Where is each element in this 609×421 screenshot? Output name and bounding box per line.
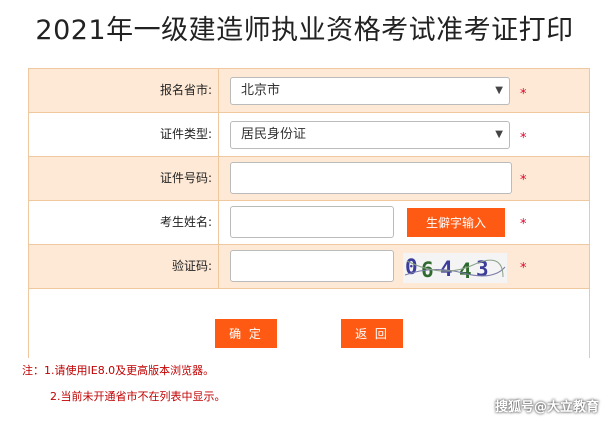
rare-character-input-button[interactable]: 生僻字输入 [407,208,505,237]
admission-ticket-form: 报名省市: 北京市 ▼ * 证件类型: 居民身份证 ▼ * 证件号码: * 考生… [28,68,590,358]
required-mark: * [520,131,527,146]
required-mark: * [520,261,527,276]
required-mark: * [520,217,527,232]
id-type-row: 证件类型: 居民身份证 ▼ * [29,113,589,157]
dropdown-arrow-icon: ▼ [495,129,503,140]
action-row: 确 定 返 回 [29,289,589,359]
id-number-label: 证件号码: [29,157,219,200]
captcha-row: 验证码: 0 6 4 4 3 * [29,245,589,289]
province-label: 报名省市: [29,69,219,112]
note-line: 2.当前未开通省市不在列表中显示。 [50,390,226,403]
page-title: 2021年一级建造师执业资格考试准考证打印 [35,15,574,46]
required-mark: * [520,87,527,102]
province-row: 报名省市: 北京市 ▼ * [29,69,589,113]
id-number-input[interactable] [230,162,512,194]
name-label: 考生姓名: [29,201,219,244]
captcha-label: 验证码: [29,245,219,288]
province-select[interactable]: 北京市 ▼ [230,77,510,105]
id-type-label: 证件类型: [29,113,219,156]
province-selected-value: 北京市 [241,83,281,98]
id-type-selected-value: 居民身份证 [241,127,307,142]
required-mark: * [520,173,527,188]
name-input[interactable] [230,206,394,238]
dropdown-arrow-icon: ▼ [495,85,503,96]
id-number-row: 证件号码: * [29,157,589,201]
id-type-select[interactable]: 居民身份证 ▼ [230,121,510,149]
captcha-noise-lines [404,259,506,278]
watermark: 搜狐号@大立教育 [494,400,599,415]
captcha-image[interactable]: 0 6 4 4 3 [403,253,507,283]
confirm-button[interactable]: 确 定 [215,319,277,348]
back-button[interactable]: 返 回 [341,319,403,348]
note-line: 注：1.请使用IE8.0及更高版本浏览器。 [22,364,215,377]
name-row: 考生姓名: 生僻字输入 * [29,201,589,245]
captcha-input[interactable] [230,250,394,282]
